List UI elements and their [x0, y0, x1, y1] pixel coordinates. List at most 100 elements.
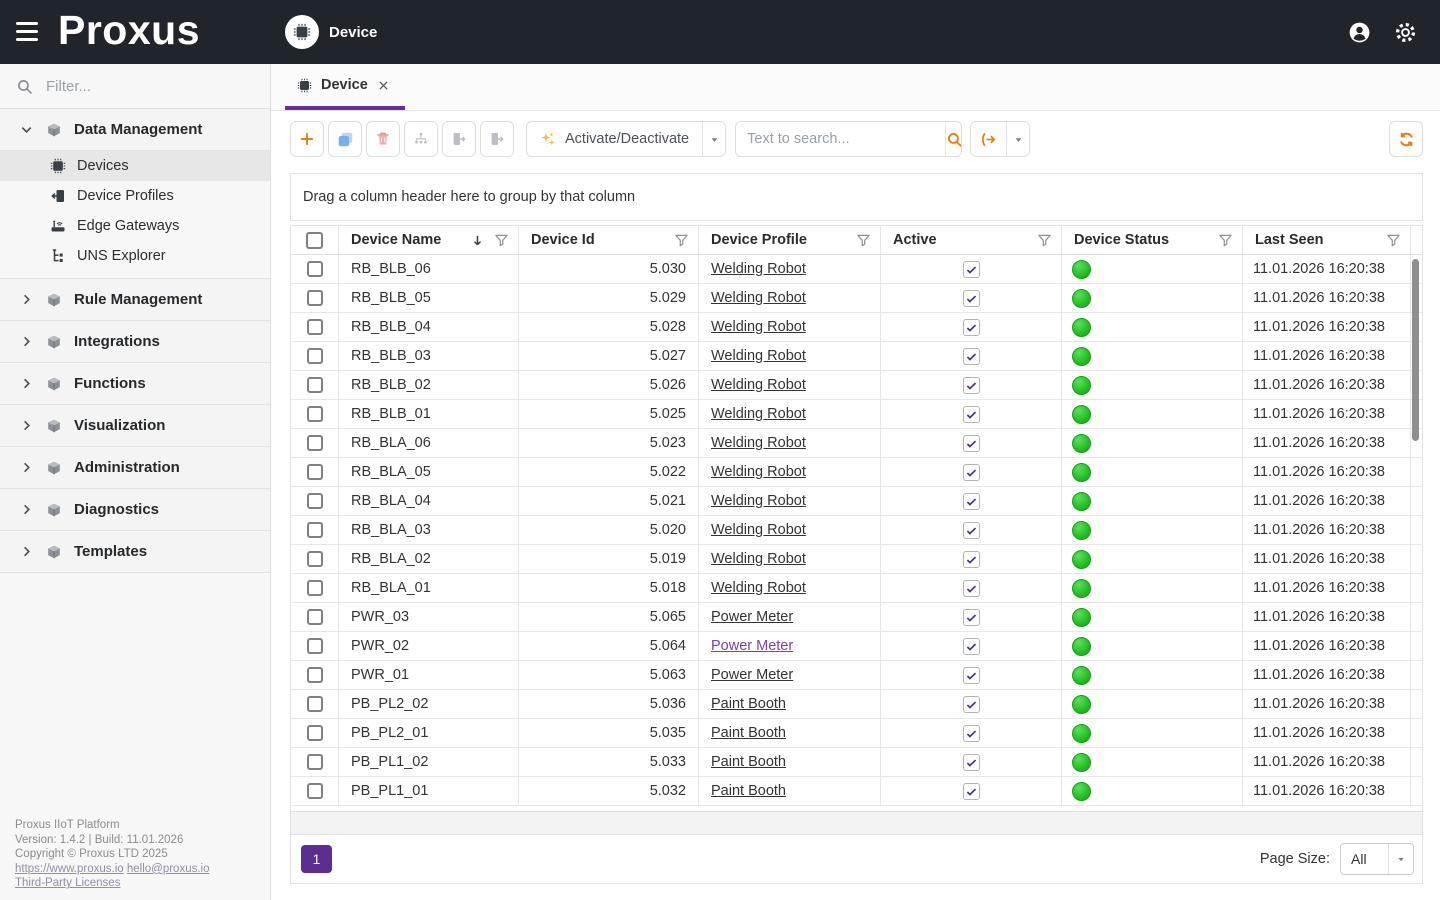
user-account-icon[interactable] — [1347, 20, 1372, 45]
email-link[interactable]: hello@proxus.io — [127, 863, 210, 875]
active-checkbox[interactable] — [963, 580, 980, 597]
column-header-last-seen[interactable]: Last Seen — [1243, 226, 1411, 254]
active-checkbox[interactable] — [963, 609, 980, 626]
refresh-button[interactable] — [1389, 121, 1423, 157]
column-header-device-status[interactable]: Device Status — [1062, 226, 1243, 254]
column-header-device-name[interactable]: Device Name — [339, 226, 519, 254]
search-input[interactable] — [736, 122, 945, 156]
filter-funnel-icon[interactable] — [856, 233, 871, 248]
duplicate-button[interactable] — [328, 121, 362, 157]
row-select-checkbox[interactable] — [291, 777, 339, 805]
sidebar-group-rule-management[interactable]: Rule Management — [0, 279, 270, 321]
group-by-panel[interactable]: Drag a column header here to group by th… — [290, 173, 1423, 221]
filter-funnel-icon[interactable] — [494, 233, 509, 248]
delete-button[interactable] — [366, 121, 400, 157]
active-checkbox[interactable] — [963, 725, 980, 742]
sidebar-group-functions[interactable]: Functions — [0, 363, 270, 405]
sidebar-group-administration[interactable]: Administration — [0, 447, 270, 489]
device-profile-link[interactable]: Paint Booth — [711, 725, 786, 741]
row-select-checkbox[interactable] — [291, 545, 339, 573]
row-select-checkbox[interactable] — [291, 255, 339, 283]
export-dropdown-caret[interactable] — [1006, 122, 1029, 156]
device-profile-link[interactable]: Paint Booth — [711, 754, 786, 770]
active-checkbox[interactable] — [963, 435, 980, 452]
device-profile-link[interactable]: Welding Robot — [711, 522, 806, 538]
licenses-link[interactable]: Third-Party Licenses — [15, 877, 120, 889]
row-select-checkbox[interactable] — [291, 661, 339, 689]
active-checkbox[interactable] — [963, 522, 980, 539]
row-select-checkbox[interactable] — [291, 574, 339, 602]
row-select-checkbox[interactable] — [291, 690, 339, 718]
row-select-checkbox[interactable] — [291, 429, 339, 457]
row-select-checkbox[interactable] — [291, 371, 339, 399]
device-profile-link[interactable]: Welding Robot — [711, 493, 806, 509]
device-profile-link[interactable]: Welding Robot — [711, 464, 806, 480]
active-checkbox[interactable] — [963, 754, 980, 771]
sidebar-group-integrations[interactable]: Integrations — [0, 321, 270, 363]
activate-dropdown-caret[interactable] — [702, 122, 725, 156]
active-checkbox[interactable] — [963, 290, 980, 307]
filter-funnel-icon[interactable] — [1386, 233, 1401, 248]
active-checkbox[interactable] — [963, 667, 980, 684]
row-select-checkbox[interactable] — [291, 284, 339, 312]
sidebar-item-devices[interactable]: Devices — [0, 151, 270, 181]
device-profile-link[interactable]: Welding Robot — [711, 377, 806, 393]
row-select-checkbox[interactable] — [291, 632, 339, 660]
tab-device[interactable]: Device — [285, 64, 405, 110]
active-checkbox[interactable] — [963, 464, 980, 481]
device-profile-link[interactable]: Welding Robot — [711, 551, 806, 567]
sidebar-item-uns-explorer[interactable]: UNS Explorer — [0, 241, 270, 271]
active-checkbox[interactable] — [963, 551, 980, 568]
select-all-checkbox[interactable] — [291, 226, 339, 254]
device-profile-link[interactable]: Welding Robot — [711, 261, 806, 277]
sidebar-group-visualization[interactable]: Visualization — [0, 405, 270, 447]
column-header-device-id[interactable]: Device Id — [519, 226, 699, 254]
website-link[interactable]: https://www.proxus.io — [15, 863, 124, 875]
row-select-checkbox[interactable] — [291, 516, 339, 544]
page-size-select[interactable]: All — [1340, 843, 1414, 875]
add-button[interactable] — [290, 121, 324, 157]
hamburger-menu-icon[interactable] — [16, 22, 38, 41]
settings-gear-icon[interactable] — [1393, 20, 1418, 45]
row-select-checkbox[interactable] — [291, 603, 339, 631]
sidebar-filter-input[interactable] — [44, 77, 248, 96]
export-button[interactable] — [971, 122, 1006, 156]
sidebar-item-device-profiles[interactable]: Device Profiles — [0, 181, 270, 211]
device-profile-link[interactable]: Welding Robot — [711, 406, 806, 422]
row-select-checkbox[interactable] — [291, 487, 339, 515]
active-checkbox[interactable] — [963, 406, 980, 423]
sidebar-group-diagnostics[interactable]: Diagnostics — [0, 489, 270, 531]
row-select-checkbox[interactable] — [291, 342, 339, 370]
export-selected-button[interactable] — [442, 121, 476, 157]
row-select-checkbox[interactable] — [291, 719, 339, 747]
device-profile-link[interactable]: Welding Robot — [711, 435, 806, 451]
active-checkbox[interactable] — [963, 319, 980, 336]
active-checkbox[interactable] — [963, 638, 980, 655]
column-header-device-profile[interactable]: Device Profile — [699, 226, 881, 254]
device-profile-link[interactable]: Power Meter — [711, 609, 793, 625]
active-checkbox[interactable] — [963, 493, 980, 510]
hierarchy-button[interactable] — [404, 121, 438, 157]
device-profile-link[interactable]: Welding Robot — [711, 580, 806, 596]
vertical-scrollbar-track[interactable] — [1412, 257, 1420, 810]
active-checkbox[interactable] — [963, 348, 980, 365]
vertical-scrollbar-thumb[interactable] — [1412, 259, 1419, 441]
device-profile-link[interactable]: Power Meter — [711, 638, 793, 654]
row-select-checkbox[interactable] — [291, 400, 339, 428]
device-profile-link[interactable]: Paint Booth — [711, 783, 786, 799]
page-1-button[interactable]: 1 — [301, 845, 332, 873]
device-profile-link[interactable]: Welding Robot — [711, 290, 806, 306]
sort-desc-icon[interactable] — [470, 233, 485, 248]
export-all-button[interactable] — [480, 121, 514, 157]
row-select-checkbox[interactable] — [291, 458, 339, 486]
device-profile-link[interactable]: Welding Robot — [711, 319, 806, 335]
active-checkbox[interactable] — [963, 783, 980, 800]
horizontal-scrollbar-track[interactable] — [291, 811, 1422, 835]
active-checkbox[interactable] — [963, 696, 980, 713]
row-select-checkbox[interactable] — [291, 748, 339, 776]
search-button[interactable] — [945, 122, 962, 156]
sidebar-group-templates[interactable]: Templates — [0, 531, 270, 573]
sidebar-item-edge-gateways[interactable]: Edge Gateways — [0, 211, 270, 241]
device-profile-link[interactable]: Welding Robot — [711, 348, 806, 364]
close-icon[interactable] — [377, 79, 390, 92]
